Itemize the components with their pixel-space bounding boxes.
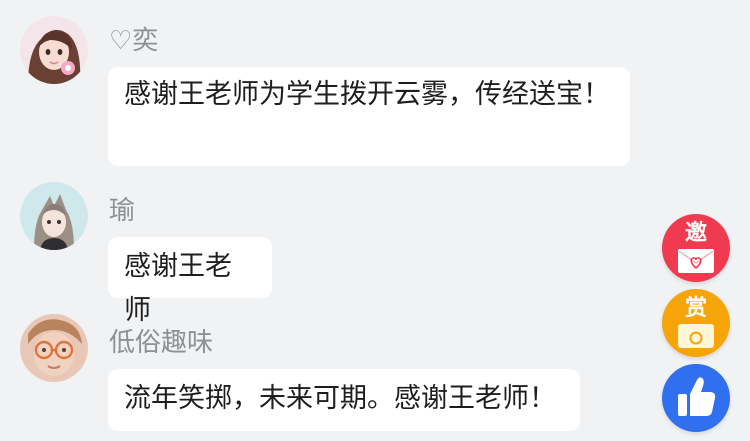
reward-label: 赏	[684, 296, 707, 321]
user-avatar[interactable]	[20, 314, 88, 382]
reward-button[interactable]: 赏	[662, 289, 730, 357]
comment-author-name: 瑜	[109, 196, 136, 226]
avatar-anime-icon	[20, 182, 88, 250]
invite-label: 邀	[684, 221, 707, 246]
comment-bubble: 感谢王老师	[108, 237, 272, 326]
user-avatar[interactable]	[20, 16, 88, 84]
avatar-glasses-icon	[20, 314, 88, 382]
comment-bubble: 流年笑掷，未来可期。感谢王老师！	[108, 369, 580, 431]
thumbs-up-icon	[678, 377, 716, 416]
comment-author-name: ♡奕	[109, 26, 159, 56]
comment-author-name: 低俗趣味	[109, 328, 214, 358]
user-avatar[interactable]	[20, 182, 88, 250]
comment-bubble: 感谢王老师为学生拨开云雾，传经送宝！	[108, 67, 630, 166]
invite-button[interactable]: 邀	[662, 214, 730, 282]
heart-envelope-icon	[678, 249, 714, 273]
avatar-girl-icon	[20, 16, 88, 84]
like-button[interactable]	[662, 364, 730, 432]
coin-icon	[678, 324, 714, 348]
